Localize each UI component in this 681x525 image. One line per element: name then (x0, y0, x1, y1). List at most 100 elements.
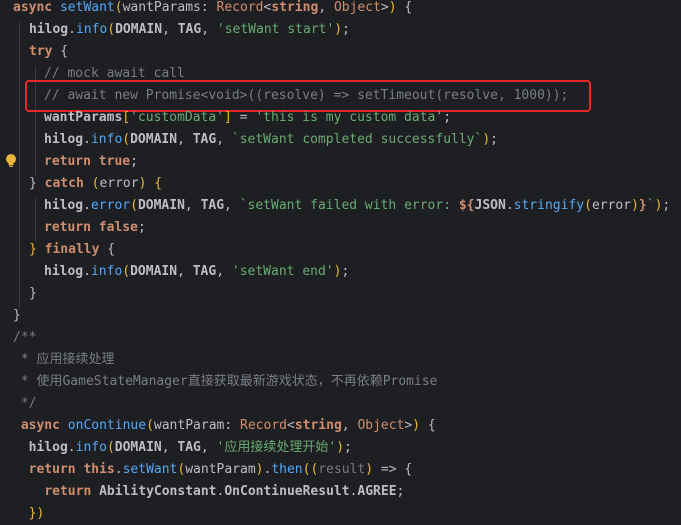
code-token: . (83, 198, 91, 213)
code-line[interactable]: } finally { (0, 239, 681, 261)
code-token: ` (646, 198, 655, 213)
code-line[interactable]: } (0, 305, 681, 327)
code-token: string (294, 418, 342, 433)
code-token: ( (122, 264, 131, 279)
code-token: JSON (474, 198, 506, 213)
code-line[interactable]: return this.setWant(wantParam).then((res… (0, 459, 681, 481)
code-token: info (90, 264, 123, 279)
code-token: ( (146, 418, 154, 433)
code-line[interactable]: hilog.info(DOMAIN, TAG, 'setWant start')… (0, 19, 681, 41)
code-token: Object (333, 0, 381, 15)
code-token: ) (482, 132, 491, 147)
code-token: , (341, 418, 358, 433)
code-token: result (318, 462, 366, 477)
code-token: ) (255, 462, 264, 477)
code-token: ( (584, 198, 592, 213)
code-token: ( (106, 440, 115, 455)
code-token: DOMAIN (114, 440, 162, 455)
code-token: : (200, 0, 217, 15)
code-line[interactable]: hilog.info(DOMAIN, TAG, '应用接续处理开始'); (0, 437, 681, 459)
code-line[interactable]: return true; (0, 151, 681, 173)
code-token: TAG (177, 440, 201, 455)
code-token: TAG (192, 132, 217, 147)
code-line[interactable]: * 使用GameStateManager直接获取最新游戏状态，不再依赖Promi… (0, 371, 681, 393)
code-line[interactable]: hilog.info(DOMAIN, TAG, 'setWant end'); (0, 261, 681, 283)
code-token: hilog (29, 22, 69, 37)
code-token: finally (44, 242, 100, 257)
code-token: } (29, 176, 45, 191)
code-line[interactable]: * 应用接续处理 (0, 349, 681, 371)
code-token: Record (216, 0, 264, 15)
code-token: error (90, 198, 131, 213)
code-token: => { (373, 462, 413, 477)
code-token: }) (28, 506, 45, 521)
code-token: , (201, 22, 217, 37)
code-token: info (75, 22, 108, 37)
code-line[interactable]: try { (0, 41, 681, 63)
code-token: ( (114, 0, 123, 15)
code-token: async (13, 0, 60, 15)
code-token: . (505, 198, 514, 213)
code-token: ] (224, 110, 232, 125)
code-line[interactable]: hilog.error(DOMAIN, TAG, `setWant failed… (0, 195, 681, 217)
code-token: ; (443, 110, 452, 125)
code-token: Record (240, 418, 287, 433)
code-editor[interactable]: async setWant(wantParams: Record<string,… (0, 0, 681, 523)
code-token: hilog (44, 132, 84, 147)
code-line[interactable]: return AbilityConstant.OnContinueResult.… (0, 481, 681, 503)
code-token: ; (341, 264, 350, 279)
code-token: OnContinueResult (224, 484, 350, 499)
code-token: DOMAIN (115, 22, 163, 37)
code-token: , (162, 22, 178, 37)
code-line[interactable]: } (0, 283, 681, 305)
code-line[interactable]: return false; (0, 217, 681, 239)
code-token: . (83, 132, 91, 147)
code-token: info (90, 132, 123, 147)
code-token: true (98, 154, 131, 169)
code-token: DOMAIN (130, 132, 178, 147)
code-token: '应用接续处理开始' (216, 440, 337, 455)
code-token: ; (662, 198, 671, 213)
code-token: TAG (192, 264, 217, 279)
code-token: { (99, 242, 116, 257)
code-token: 'customData' (130, 110, 225, 125)
code-token: // mock await call (44, 66, 185, 81)
code-token: return (28, 462, 84, 477)
code-token: ) (336, 440, 345, 455)
code-token: ) (388, 0, 397, 15)
code-token: , (161, 440, 178, 455)
code-line[interactable]: /** (0, 327, 681, 349)
code-line[interactable]: async onContinue(wantParam: Record<strin… (0, 415, 681, 437)
code-line[interactable]: // mock await call (0, 63, 681, 85)
code-token: `setWant failed with error: (239, 198, 459, 213)
code-line[interactable]: wantParams['customData'] = 'this is my c… (0, 107, 681, 129)
code-line[interactable]: } catch (error) { (0, 173, 681, 195)
code-token: ${ (458, 198, 475, 213)
code-token: ; (396, 484, 405, 499)
code-line[interactable]: hilog.info(DOMAIN, TAG, `setWant complet… (0, 129, 681, 151)
code-token: // await new Promise<void>((resolve) => … (44, 88, 569, 103)
code-token: * 使用GameStateManager直接获取最新游戏状态，不再依赖Promi… (13, 374, 438, 389)
code-token: { (420, 418, 436, 433)
code-token: catch (44, 176, 92, 191)
code-token: , (224, 198, 240, 213)
code-token: Object (357, 418, 405, 433)
code-token: [ (122, 110, 131, 125)
code-line[interactable]: */ (0, 393, 681, 415)
code-token: 'this is my custom data' (255, 110, 444, 125)
code-token: AbilityConstant (99, 484, 217, 499)
code-token: ( (130, 198, 138, 213)
code-token: ) (365, 462, 374, 477)
code-token: , (184, 198, 201, 213)
code-token: { (154, 176, 163, 191)
code-line[interactable]: async setWant(wantParams: Record<string,… (0, 0, 681, 19)
code-token: hilog (44, 198, 84, 213)
code-token: } (13, 308, 21, 323)
code-token: wantParams (122, 0, 201, 15)
code-line[interactable]: // await new Promise<void>((resolve) => … (0, 85, 681, 107)
code-token: setWant (59, 0, 115, 15)
code-line[interactable]: }) (0, 503, 681, 525)
